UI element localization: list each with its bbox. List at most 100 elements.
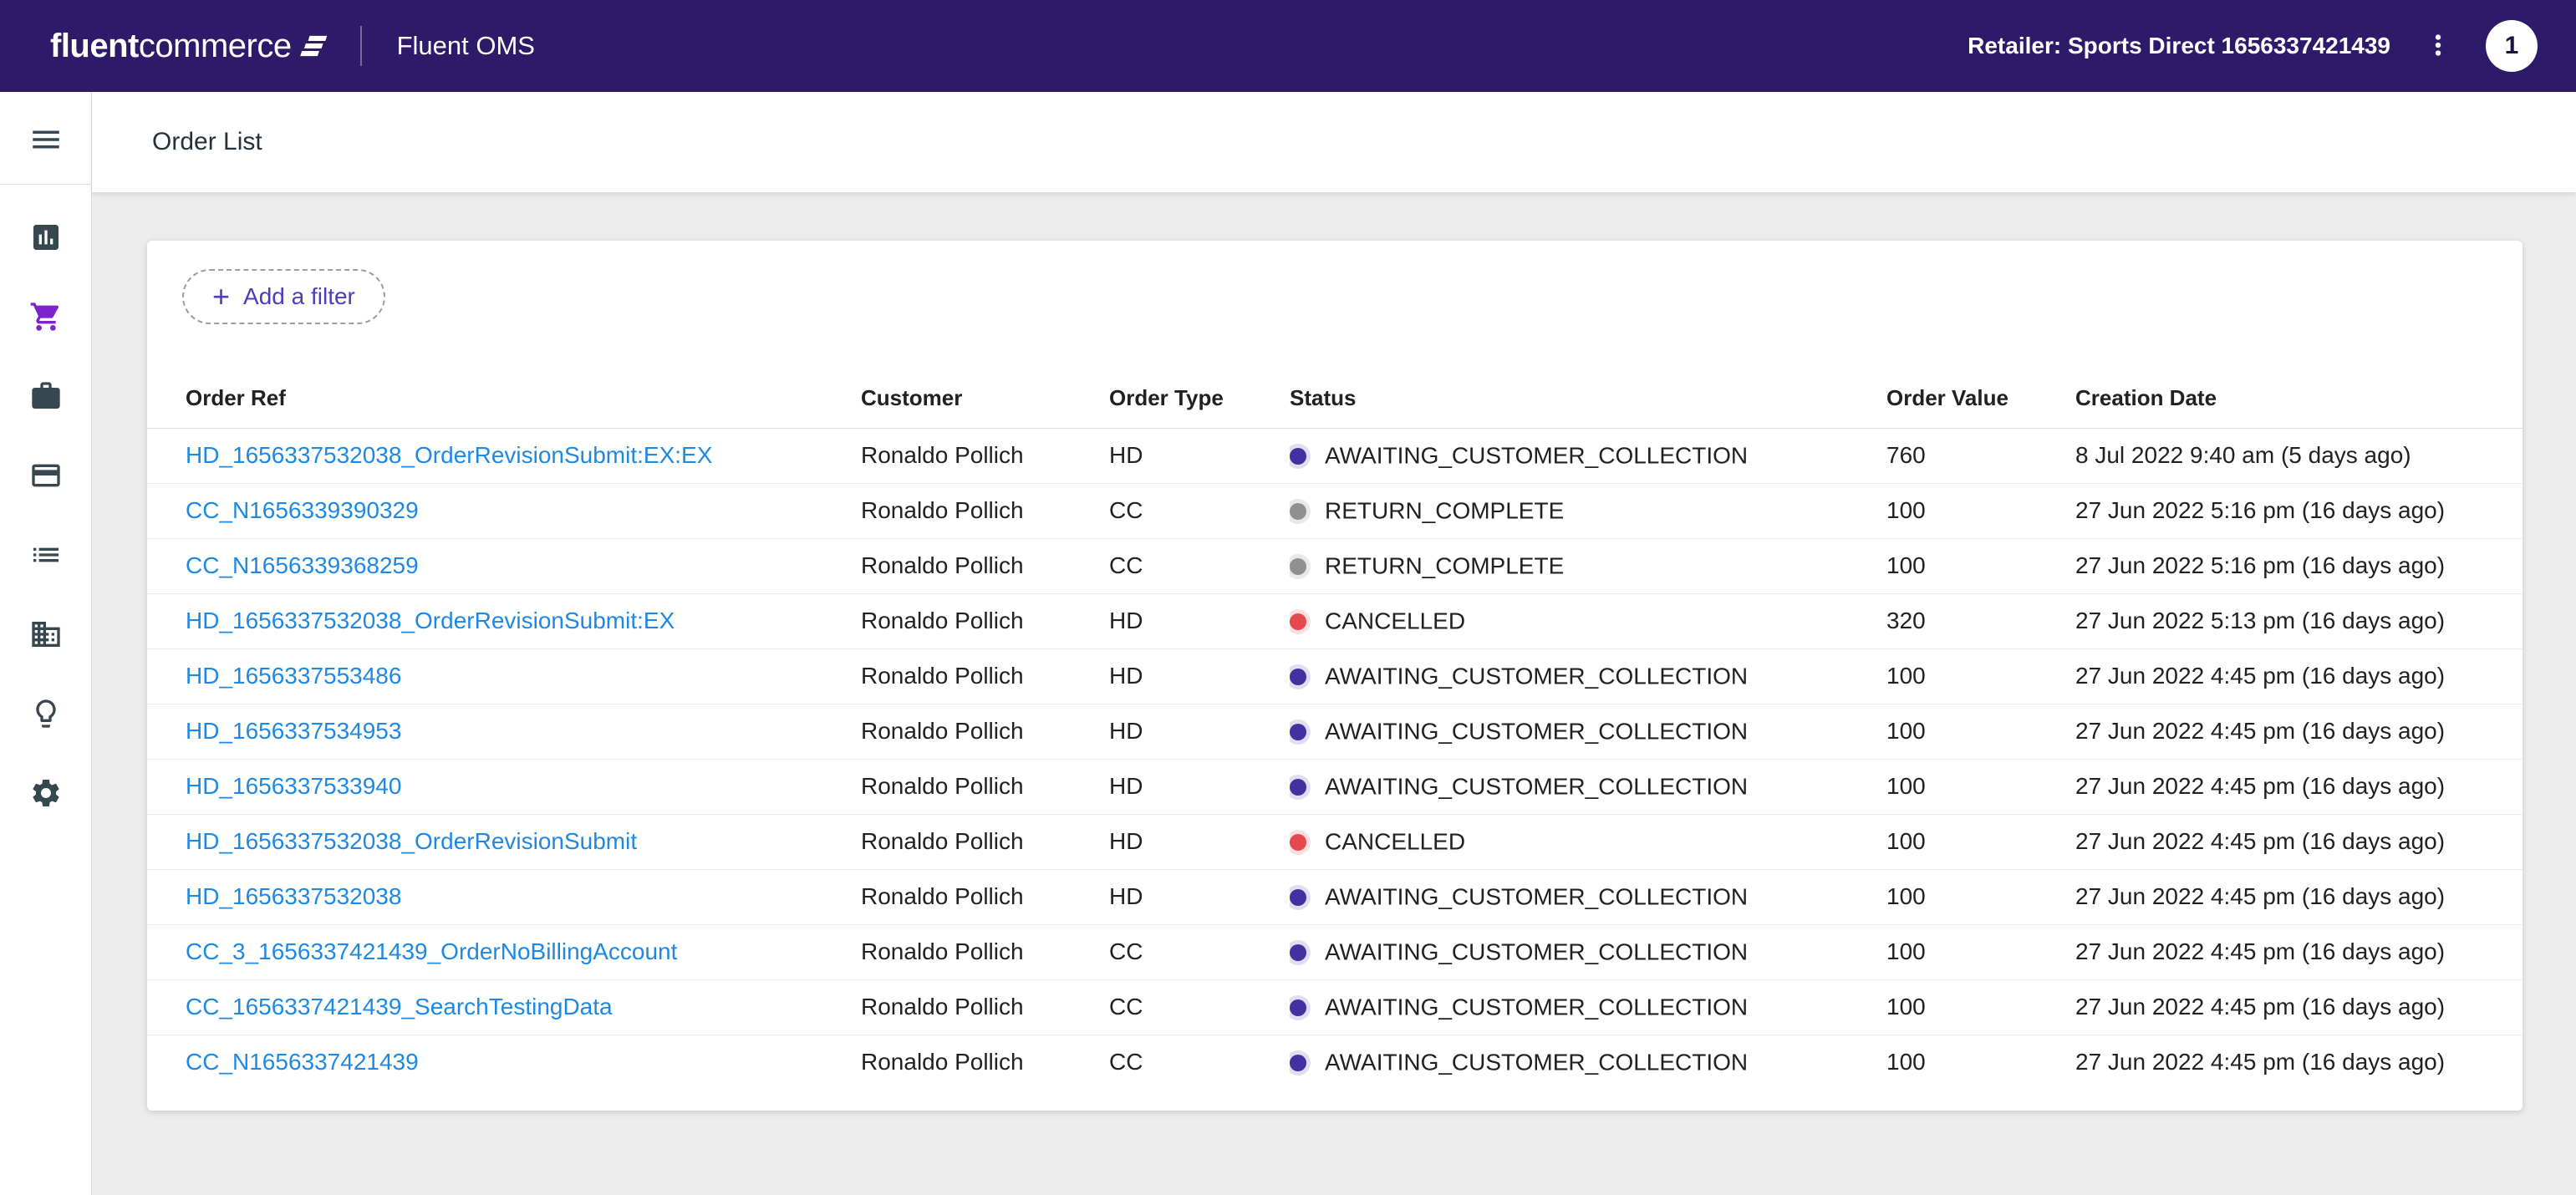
- sidebar-toggle-button[interactable]: [28, 122, 64, 159]
- overflow-menu-button[interactable]: [2422, 29, 2454, 64]
- content-area: + Add a filter Order Ref Customer Order …: [92, 192, 2576, 1195]
- status-dot: [1290, 1055, 1306, 1071]
- order-ref-link[interactable]: HD_1656337553486: [186, 663, 401, 689]
- order-value-cell: 100: [1886, 483, 2075, 538]
- order-ref-link[interactable]: CC_1656337421439_SearchTestingData: [186, 994, 613, 1020]
- column-header-order-ref: Order Ref: [147, 369, 861, 428]
- hamburger-menu-icon: [28, 122, 64, 160]
- order-type-cell: CC: [1109, 979, 1290, 1035]
- sidebar-item-locations[interactable]: [28, 617, 64, 653]
- table-row: CC_N1656339390329 Ronaldo Pollich CC RET…: [147, 483, 2523, 538]
- lightbulb-icon: [29, 697, 63, 733]
- creation-date-cell: 27 Jun 2022 5:16 pm (16 days ago): [2075, 538, 2523, 593]
- sidebar-item-payments[interactable]: [28, 458, 64, 495]
- order-ref-link[interactable]: CC_N1656337421439: [186, 1049, 419, 1075]
- order-value-cell: 320: [1886, 593, 2075, 648]
- order-ref-link[interactable]: HD_1656337534953: [186, 718, 401, 744]
- retailer-label: Retailer: Sports Direct 1656337421439: [1968, 33, 2390, 59]
- order-value-cell: 100: [1886, 979, 2075, 1035]
- creation-date-cell: 27 Jun 2022 4:45 pm (16 days ago): [2075, 648, 2523, 704]
- order-list-card: + Add a filter Order Ref Customer Order …: [147, 241, 2523, 1111]
- order-type-cell: CC: [1109, 483, 1290, 538]
- header-right: Retailer: Sports Direct 1656337421439 1: [1968, 20, 2538, 72]
- status-text: AWAITING_CUSTOMER_COLLECTION: [1325, 774, 1748, 800]
- plus-icon: +: [212, 282, 230, 312]
- table-row: CC_N1656337421439 Ronaldo Pollich CC AWA…: [147, 1035, 2523, 1090]
- fluentcommerce-logo[interactable]: fluentcommerce: [50, 28, 332, 65]
- status-dot: [1290, 613, 1306, 630]
- creation-date-cell: 27 Jun 2022 4:45 pm (16 days ago): [2075, 759, 2523, 814]
- order-ref-link[interactable]: HD_1656337532038_OrderRevisionSubmit:EX: [186, 608, 675, 633]
- creation-date-cell: 27 Jun 2022 4:45 pm (16 days ago): [2075, 814, 2523, 869]
- add-filter-button[interactable]: + Add a filter: [182, 269, 385, 324]
- status-dot: [1290, 724, 1306, 740]
- avatar[interactable]: 1: [2486, 20, 2538, 72]
- sidebar-item-fulfilments[interactable]: [28, 379, 64, 415]
- order-type-cell: HD: [1109, 869, 1290, 924]
- column-header-status: Status: [1290, 369, 1886, 428]
- header-divider: [360, 26, 362, 66]
- building-icon: [29, 618, 63, 653]
- status-dot: [1290, 503, 1306, 520]
- status-dot: [1290, 669, 1306, 685]
- order-ref-link[interactable]: HD_1656337532038: [186, 883, 401, 909]
- sidebar-item-settings[interactable]: [28, 775, 64, 812]
- list-icon: [29, 538, 63, 574]
- status-text: AWAITING_CUSTOMER_COLLECTION: [1325, 664, 1748, 689]
- table-header-row: Order Ref Customer Order Type Status Ord…: [147, 369, 2523, 428]
- sidebar-item-insights[interactable]: [28, 696, 64, 733]
- order-value-cell: 100: [1886, 869, 2075, 924]
- column-header-order-type: Order Type: [1109, 369, 1290, 428]
- customer-cell: Ronaldo Pollich: [861, 869, 1109, 924]
- status-dot: [1290, 558, 1306, 575]
- order-ref-link[interactable]: CC_3_1656337421439_OrderNoBillingAccount: [186, 938, 677, 964]
- order-value-cell: 100: [1886, 704, 2075, 759]
- order-ref-link[interactable]: HD_1656337532038_OrderRevisionSubmit: [186, 828, 637, 854]
- customer-cell: Ronaldo Pollich: [861, 428, 1109, 483]
- order-table: Order Ref Customer Order Type Status Ord…: [147, 369, 2523, 1090]
- status-text: AWAITING_CUSTOMER_COLLECTION: [1325, 994, 1748, 1020]
- status-text: RETURN_COMPLETE: [1325, 498, 1564, 524]
- status-text: AWAITING_CUSTOMER_COLLECTION: [1325, 884, 1748, 910]
- more-vert-icon: [2422, 29, 2454, 64]
- order-type-cell: CC: [1109, 538, 1290, 593]
- customer-cell: Ronaldo Pollich: [861, 538, 1109, 593]
- order-type-cell: HD: [1109, 428, 1290, 483]
- status-text: CANCELLED: [1325, 608, 1465, 634]
- order-ref-link[interactable]: CC_N1656339390329: [186, 497, 419, 523]
- add-filter-label: Add a filter: [243, 283, 355, 310]
- status-dot: [1290, 779, 1306, 796]
- briefcase-icon: [29, 379, 63, 415]
- order-type-cell: HD: [1109, 814, 1290, 869]
- sidebar-item-orders[interactable]: [28, 299, 64, 336]
- customer-cell: Ronaldo Pollich: [861, 593, 1109, 648]
- page-title: Order List: [152, 128, 262, 156]
- status-dot: [1290, 944, 1306, 961]
- page-titlebar: Order List: [92, 92, 2576, 192]
- order-type-cell: CC: [1109, 1035, 1290, 1090]
- table-row: CC_3_1656337421439_OrderNoBillingAccount…: [147, 924, 2523, 979]
- status-text: AWAITING_CUSTOMER_COLLECTION: [1325, 443, 1748, 469]
- order-type-cell: HD: [1109, 648, 1290, 704]
- customer-cell: Ronaldo Pollich: [861, 979, 1109, 1035]
- column-header-order-value: Order Value: [1886, 369, 2075, 428]
- sidebar-item-analytics[interactable]: [28, 220, 64, 257]
- customer-cell: Ronaldo Pollich: [861, 759, 1109, 814]
- order-ref-link[interactable]: HD_1656337532038_OrderRevisionSubmit:EX:…: [186, 442, 712, 468]
- order-type-cell: HD: [1109, 704, 1290, 759]
- table-row: HD_1656337533940 Ronaldo Pollich HD AWAI…: [147, 759, 2523, 814]
- order-ref-link[interactable]: CC_N1656339368259: [186, 552, 419, 578]
- creation-date-cell: 27 Jun 2022 4:45 pm (16 days ago): [2075, 704, 2523, 759]
- creation-date-cell: 27 Jun 2022 4:45 pm (16 days ago): [2075, 979, 2523, 1035]
- fluent-logo-icon: [300, 33, 332, 59]
- status-text: AWAITING_CUSTOMER_COLLECTION: [1325, 1050, 1748, 1076]
- credit-card-icon: [29, 459, 63, 495]
- creation-date-cell: 27 Jun 2022 4:45 pm (16 days ago): [2075, 869, 2523, 924]
- status-text: RETURN_COMPLETE: [1325, 553, 1564, 579]
- creation-date-cell: 8 Jul 2022 9:40 am (5 days ago): [2075, 428, 2523, 483]
- order-value-cell: 100: [1886, 648, 2075, 704]
- sidebar-item-lists[interactable]: [28, 537, 64, 574]
- creation-date-cell: 27 Jun 2022 4:45 pm (16 days ago): [2075, 1035, 2523, 1090]
- table-row: HD_1656337534953 Ronaldo Pollich HD AWAI…: [147, 704, 2523, 759]
- order-ref-link[interactable]: HD_1656337533940: [186, 773, 401, 799]
